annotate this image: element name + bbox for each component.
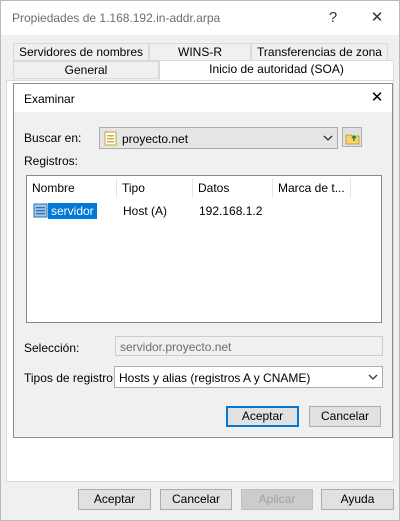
zone-file-icon <box>104 131 118 146</box>
close-button[interactable]: ✕ <box>365 7 389 29</box>
selection-label: Selección: <box>24 341 80 355</box>
lookin-value: proyecto.net <box>122 132 189 146</box>
window-title: Propiedades de 1.168.192.in-addr.arpa <box>12 11 221 25</box>
column-header-name[interactable]: Nombre <box>27 178 117 198</box>
lookin-label: Buscar en: <box>24 131 82 145</box>
record-types-select[interactable]: Hosts y alias (registros A y CNAME) <box>114 366 383 388</box>
dialog-title: Examinar <box>24 92 75 106</box>
folder-up-icon <box>345 130 361 146</box>
record-name: servidor <box>48 203 97 219</box>
ok-button[interactable]: Aceptar <box>78 489 151 510</box>
record-types-value: Hosts y alias (registros A y CNAME) <box>119 371 311 385</box>
record-type: Host (A) <box>123 204 168 218</box>
column-header-data[interactable]: Datos <box>193 178 273 198</box>
dialog-close-button[interactable]: ✕ <box>366 87 388 109</box>
title-bar: Propiedades de 1.168.192.in-addr.arpa ? … <box>1 1 399 35</box>
chevron-down-icon <box>322 132 334 144</box>
selection-value: servidor.proyecto.net <box>120 340 232 354</box>
record-data: 192.168.1.2 <box>199 204 263 218</box>
tab-name-servers[interactable]: Servidores de nombres <box>13 43 149 61</box>
cancel-button[interactable]: Cancelar <box>160 489 232 510</box>
dialog-ok-button[interactable]: Aceptar <box>226 406 299 427</box>
browse-dialog: Examinar ✕ Buscar en: proyecto.net Regis… <box>13 83 393 438</box>
chevron-down-icon <box>367 371 379 383</box>
up-folder-button[interactable] <box>342 127 362 147</box>
tab-wins-r[interactable]: WINS-R <box>149 43 251 61</box>
tab-soa[interactable]: Inicio de autoridad (SOA) <box>159 60 394 80</box>
host-record-icon <box>33 203 48 218</box>
column-header-timestamp[interactable]: Marca de t... <box>273 178 351 198</box>
help-button[interactable]: ? <box>321 7 345 29</box>
record-types-label: Tipos de registro: <box>24 371 117 385</box>
column-header-type[interactable]: Tipo <box>117 178 193 198</box>
help-footer-button[interactable]: Ayuda <box>321 489 394 510</box>
records-label: Registros: <box>24 154 79 168</box>
lookin-combo[interactable]: proyecto.net <box>99 127 338 149</box>
dialog-title-bar: Examinar ✕ <box>14 84 392 112</box>
records-list[interactable]: Nombre Tipo Datos Marca de t... servidor… <box>26 175 382 323</box>
tab-zone-transfers[interactable]: Transferencias de zona <box>251 43 388 61</box>
selection-field: servidor.proyecto.net <box>115 336 383 356</box>
apply-button[interactable]: Aplicar <box>241 489 313 510</box>
table-row[interactable]: servidor Host (A) 192.168.1.2 <box>33 203 373 219</box>
properties-window: Propiedades de 1.168.192.in-addr.arpa ? … <box>0 0 400 521</box>
tab-general[interactable]: General <box>13 61 159 79</box>
dialog-cancel-button[interactable]: Cancelar <box>309 406 381 427</box>
